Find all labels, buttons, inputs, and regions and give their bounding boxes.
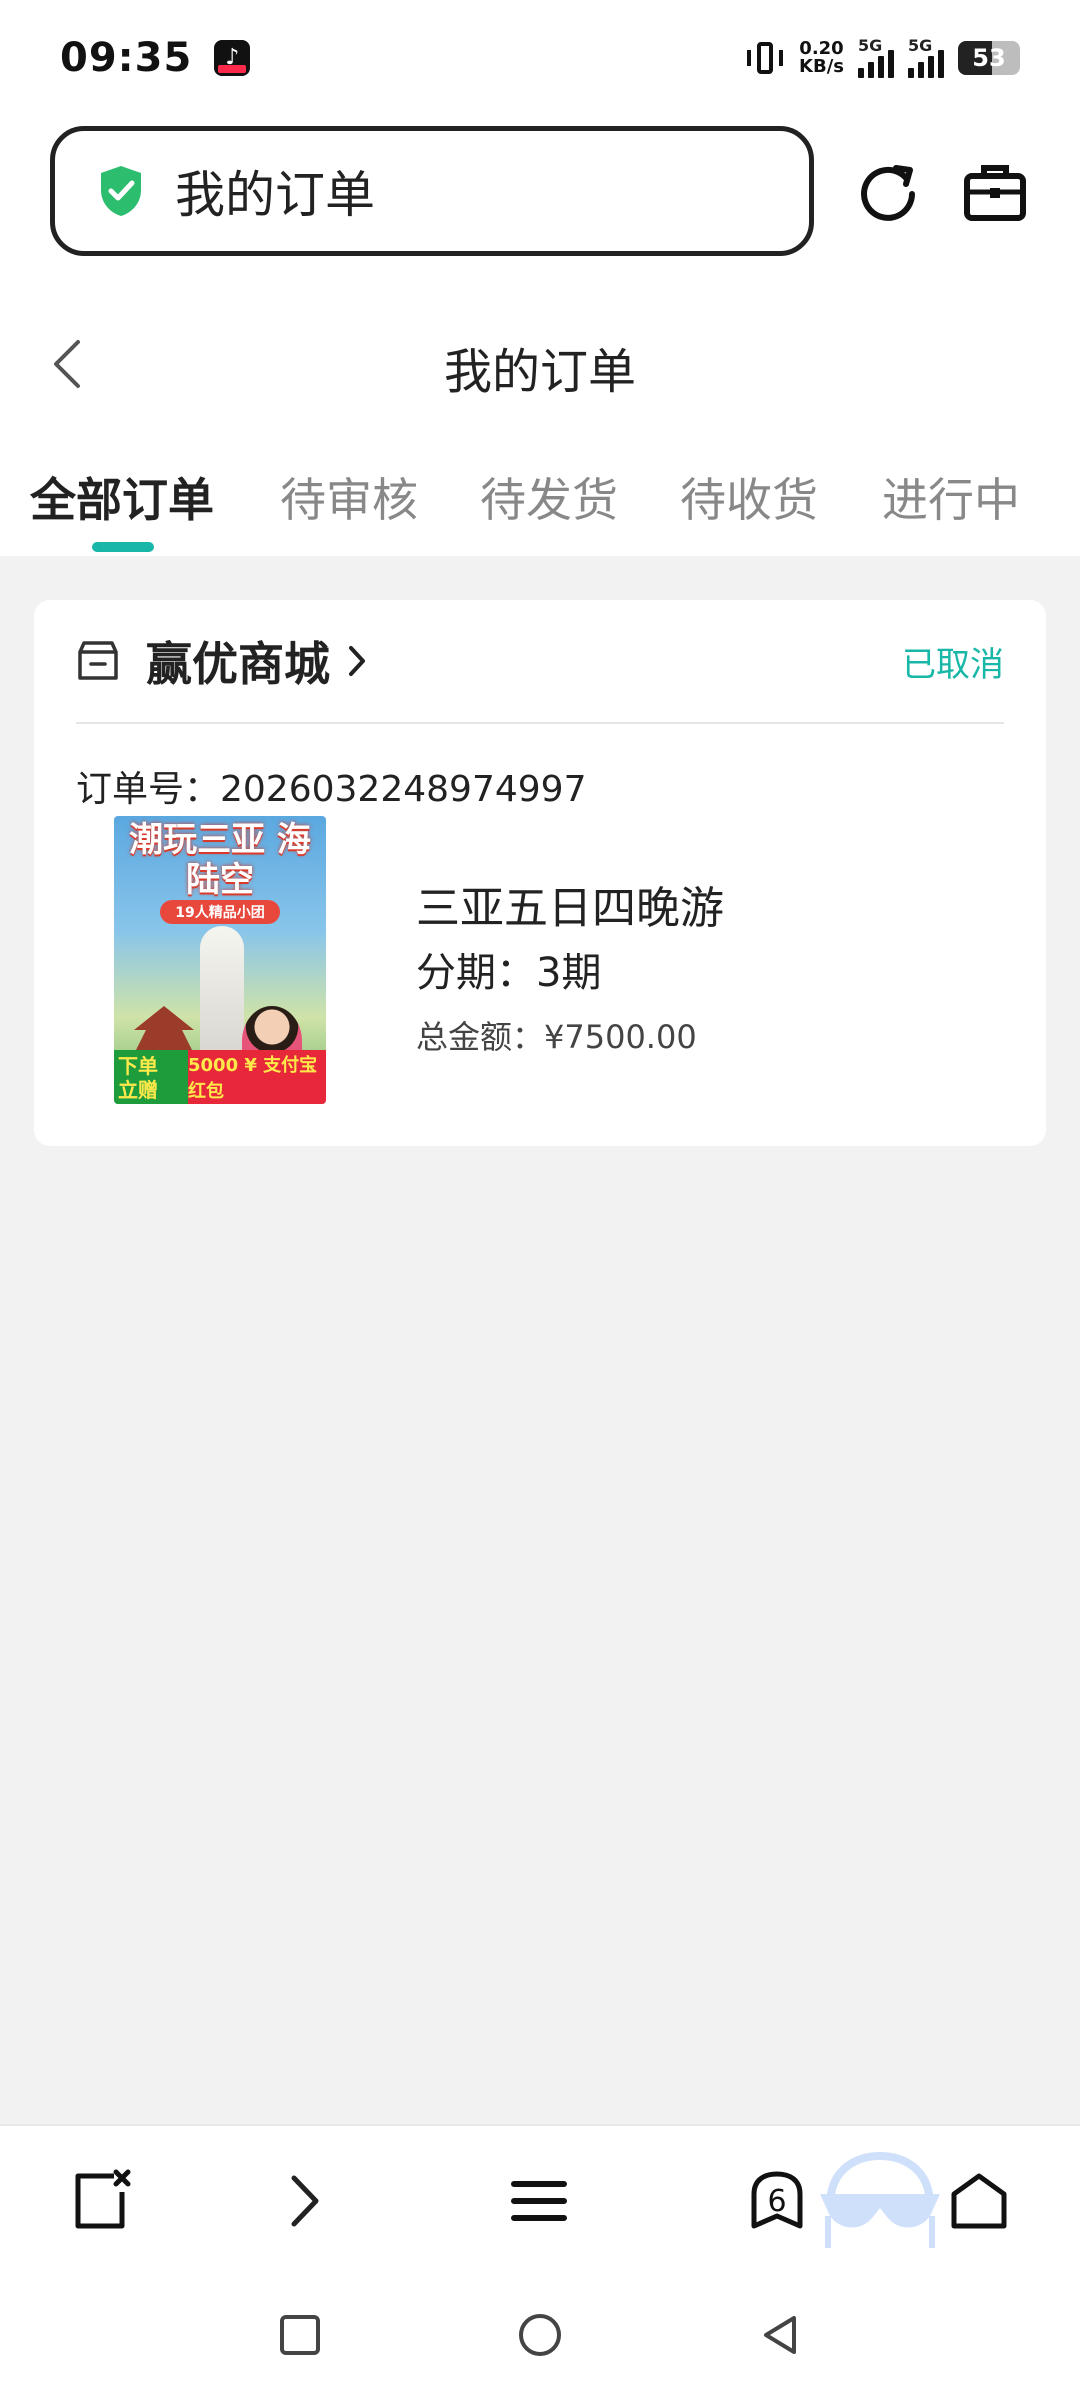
tab-pending-receipt[interactable]: 待收货 — [680, 434, 818, 530]
browser-bottom-nav: 6 — [0, 2124, 1080, 2274]
tab-all-orders[interactable]: 全部订单 — [30, 434, 214, 552]
store-icon — [78, 641, 118, 680]
order-status-badge: 已取消 — [902, 644, 1004, 685]
status-bar: 09:35 ♪ 0.20 KB/s 5G 5G 53 — [0, 0, 1080, 116]
recents-square-icon[interactable] — [275, 2310, 325, 2360]
total-amount: 总金额：¥7500.00 — [416, 1018, 697, 1056]
home-icon[interactable] — [944, 2166, 1014, 2236]
product-name: 三亚五日四晚游 — [416, 883, 724, 934]
order-tabs: 全部订单 待审核 待发货 待收货 进行中 — [0, 434, 1080, 556]
image-chip: 19人精品小团 — [160, 900, 280, 924]
page-header: 我的订单 — [0, 294, 1080, 434]
signal-icon-sim2: 5G — [908, 36, 944, 78]
shop-name: 赢优商城 — [146, 637, 330, 691]
briefcase-icon[interactable] — [962, 160, 1028, 224]
tab-pending-shipment[interactable]: 待发货 — [480, 434, 618, 530]
tabs-icon[interactable]: 6 — [742, 2166, 812, 2236]
page-title: 我的订单 — [443, 344, 636, 400]
status-icons: 0.20 KB/s 5G 5G 53 — [745, 36, 1020, 78]
tabs-count: 6 — [767, 2184, 787, 2219]
installment-info: 分期：3期 — [416, 950, 602, 996]
forward-icon[interactable] — [270, 2166, 340, 2236]
chevron-right-icon — [349, 646, 365, 676]
glasses-mascot-icon — [820, 2151, 940, 2248]
network-speed: 0.20 KB/s — [799, 38, 844, 77]
shop-row[interactable]: 赢优商城 已取消 — [76, 600, 1004, 724]
battery-icon: 53 — [958, 41, 1020, 75]
security-shield-icon — [101, 166, 141, 216]
status-time: 09:35 — [60, 35, 193, 81]
back-triangle-icon[interactable] — [756, 2310, 806, 2360]
browser-toolbar: 我的订单 — [0, 116, 1080, 294]
signal-icon-sim1: 5G — [858, 36, 894, 78]
tab-in-progress[interactable]: 进行中 — [882, 434, 1020, 530]
tab-pending-review[interactable]: 待审核 — [280, 434, 418, 530]
order-number: 订单号：2026032248974997 — [76, 769, 587, 810]
vibrate-icon — [745, 40, 785, 76]
system-nav-bar — [0, 2274, 1080, 2400]
order-card[interactable]: 赢优商城 已取消 订单号：2026032248974997 潮玩三亚 海陆空 1… — [34, 600, 1046, 1146]
address-bar[interactable]: 我的订单 — [50, 126, 814, 256]
image-promo-right: 5000 ¥ 支付宝红包 — [188, 1050, 326, 1104]
active-tab-indicator — [92, 542, 154, 552]
new-tab-close-icon[interactable] — [66, 2166, 136, 2236]
image-banner-text: 潮玩三亚 海陆空 — [129, 820, 311, 900]
refresh-icon[interactable] — [856, 160, 920, 224]
menu-icon[interactable] — [504, 2166, 574, 2236]
address-text: 我的订单 — [175, 166, 375, 224]
image-promo-left: 下单 立赠 — [114, 1050, 188, 1104]
tiktok-app-icon: ♪ — [214, 40, 251, 76]
home-circle-icon[interactable] — [515, 2310, 565, 2360]
product-image[interactable]: 潮玩三亚 海陆空 19人精品小团 下单 立赠 5000 ¥ 支付宝红包 — [114, 816, 326, 1104]
